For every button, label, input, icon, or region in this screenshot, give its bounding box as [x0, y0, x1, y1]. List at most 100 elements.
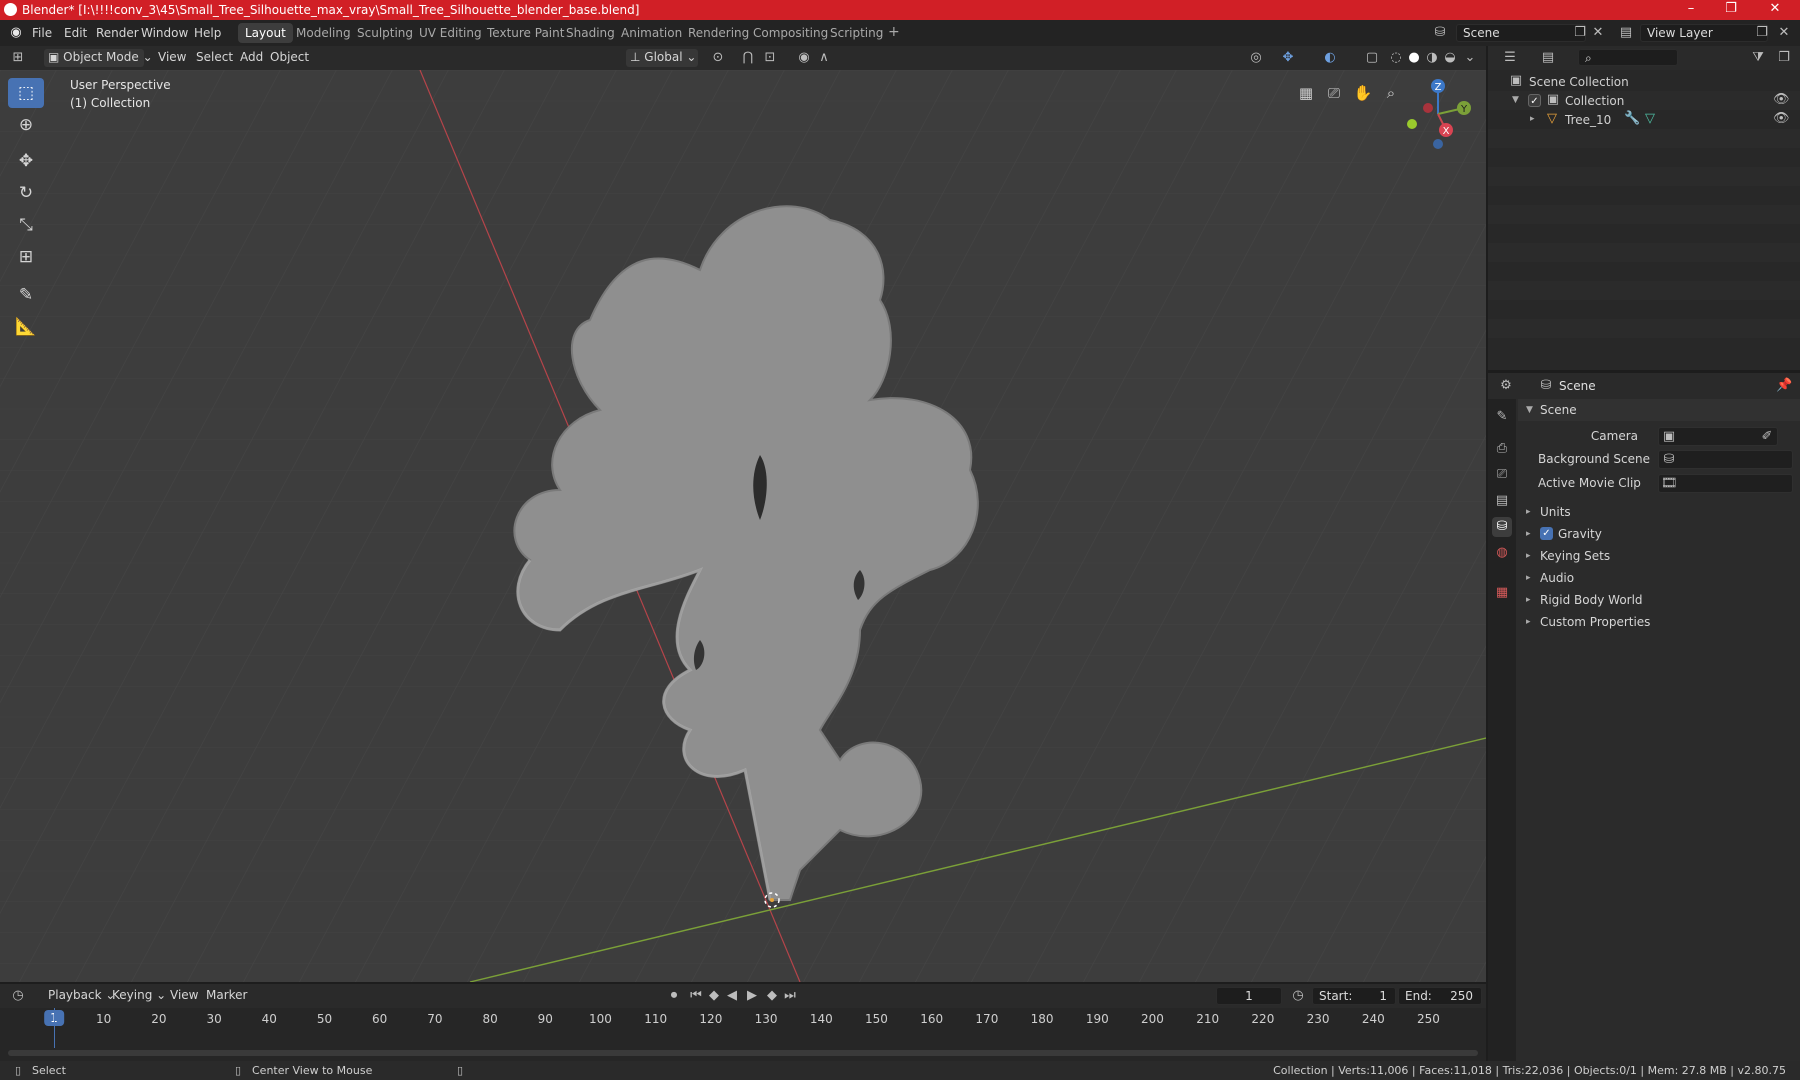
select-box-icon[interactable]: ⬚ — [8, 78, 44, 108]
move-icon[interactable]: ✥ — [8, 146, 44, 176]
jump-start-icon[interactable]: ⏮ — [688, 988, 704, 1004]
display-mode-icon[interactable]: ▤ — [1540, 50, 1556, 66]
remove-scene-icon[interactable]: ✕ — [1590, 25, 1606, 41]
outliner-search-input[interactable]: ⌕ — [1578, 49, 1678, 66]
eyedropper-icon[interactable]: ✐ — [1759, 429, 1775, 445]
panel-custom-properties[interactable]: ▸ Custom Properties — [1518, 611, 1800, 633]
pin-icon[interactable]: 📌 — [1776, 378, 1792, 394]
panel-units[interactable]: ▸ Units — [1518, 501, 1800, 523]
timeline-scrollbar[interactable] — [8, 1050, 1478, 1056]
rotate-icon[interactable]: ↻ — [8, 178, 44, 208]
camera-field[interactable]: ▣ ✐ — [1658, 427, 1778, 446]
new-collection-icon[interactable]: ❐ — [1776, 50, 1792, 66]
overlay-toggle-icon[interactable]: ◐ — [1322, 50, 1338, 66]
scene-tab-icon[interactable]: ⛁ — [1492, 517, 1512, 537]
tab-animation[interactable]: Animation — [614, 23, 689, 43]
navigation-gizmo[interactable]: Z Y X — [1398, 74, 1478, 154]
pivot-icon[interactable]: ⊙ — [710, 50, 726, 66]
new-view-layer-icon[interactable]: ❐ — [1754, 25, 1770, 41]
editor-type-icon[interactable]: ⊞ — [10, 50, 26, 66]
play-icon[interactable]: ▶ — [744, 988, 760, 1004]
menu-render[interactable]: Render — [96, 26, 139, 40]
active-movie-clip-field[interactable]: 🎞 — [1658, 474, 1793, 493]
scene-selector-icon[interactable]: ⛁ — [1432, 25, 1448, 41]
menu-add[interactable]: Add — [236, 49, 267, 67]
shading-rendered-icon[interactable]: ◒ — [1442, 50, 1458, 66]
shading-options-icon[interactable]: ⌄ — [1462, 50, 1478, 66]
tab-sculpting[interactable]: Sculpting — [350, 23, 420, 43]
jump-keyframe-forward-icon[interactable]: ◆ — [764, 988, 780, 1004]
background-scene-field[interactable]: ⛁ — [1658, 450, 1793, 469]
scene-section-header[interactable]: ▼ Scene — [1518, 399, 1800, 421]
shading-material-icon[interactable]: ◑ — [1424, 50, 1440, 66]
start-frame-field[interactable]: Start: 1 — [1312, 987, 1396, 1005]
scene-field[interactable]: Scene — [1456, 24, 1586, 42]
end-frame-field[interactable]: End: 250 — [1398, 987, 1482, 1005]
outliner-row-tree-10[interactable]: ▸ ▽ Tree_10 🔧 ▽ 👁 — [1488, 110, 1800, 129]
transform-icon[interactable]: ⊞ — [8, 242, 44, 272]
frame-ruler[interactable]: 1102030405060708090100110120130140150160… — [0, 1008, 1486, 1030]
falloff-icon[interactable]: ∧ — [816, 50, 832, 66]
neg-z-axis-handle[interactable] — [1433, 139, 1443, 149]
editor-type-icon[interactable]: ☰ — [1502, 50, 1518, 66]
camera-view-icon[interactable]: ⎚ — [1321, 80, 1347, 106]
editor-type-icon[interactable]: ◷ — [10, 988, 26, 1004]
eye-icon[interactable]: 👁 — [1773, 92, 1790, 108]
proportional-edit-icon[interactable]: ◉ — [796, 50, 812, 66]
menu-view[interactable]: View — [154, 49, 190, 67]
expand-arrow-icon[interactable]: ▼ — [1512, 95, 1519, 105]
visibility-icon[interactable]: ◎ — [1248, 50, 1264, 66]
texture-tab-icon[interactable]: ▦ — [1492, 583, 1512, 603]
tab-modeling[interactable]: Modeling — [289, 23, 358, 43]
jump-end-icon[interactable]: ⏭ — [782, 988, 798, 1004]
cursor-icon[interactable]: ⊕ — [8, 110, 44, 140]
menu-help[interactable]: Help — [194, 26, 221, 40]
panel-audio[interactable]: ▸ Audio — [1518, 567, 1800, 589]
neg-x-axis-handle[interactable] — [1423, 103, 1433, 113]
new-scene-icon[interactable]: ❐ — [1572, 25, 1588, 41]
scale-icon[interactable]: ⤡ — [8, 210, 44, 240]
outliner-row-collection[interactable]: ▼ ✓ ▣ Collection 👁 — [1488, 91, 1800, 110]
menu-select[interactable]: Select — [192, 49, 237, 67]
xray-icon[interactable]: ▢ — [1364, 50, 1380, 66]
neg-y-axis-handle[interactable] — [1407, 119, 1417, 129]
output-tab-icon[interactable]: ⎚ — [1492, 465, 1512, 485]
play-reverse-icon[interactable]: ◀ — [724, 988, 740, 1004]
view-layer-selector-icon[interactable]: ▤ — [1618, 25, 1634, 41]
eye-icon[interactable]: 👁 — [1773, 111, 1790, 127]
measure-icon[interactable]: 📐 — [8, 312, 44, 342]
tool-tab-icon[interactable]: ✎ — [1492, 407, 1512, 427]
menu-window[interactable]: Window — [141, 26, 188, 40]
toggle-grid-view-icon[interactable]: ▦ — [1293, 80, 1319, 106]
tab-layout[interactable]: Layout — [238, 23, 293, 43]
menu-file[interactable]: File — [32, 26, 52, 40]
filter-icon[interactable]: ⧩ — [1750, 50, 1766, 66]
tab-uv-editing[interactable]: UV Editing — [412, 23, 489, 43]
tab-texture-paint[interactable]: Texture Paint — [480, 23, 571, 43]
outliner-row-scene-collection[interactable]: ▣ Scene Collection — [1488, 72, 1800, 91]
menu-marker[interactable]: Marker — [202, 987, 251, 1005]
pan-view-icon[interactable]: ✋ — [1350, 80, 1376, 106]
remove-view-layer-icon[interactable]: ✕ — [1776, 25, 1792, 41]
view-layer-field[interactable]: View Layer — [1640, 24, 1768, 42]
shading-solid-icon[interactable]: ● — [1406, 50, 1422, 66]
render-tab-icon[interactable]: ⎙ — [1492, 439, 1512, 459]
close-button[interactable]: ✕ — [1760, 1, 1790, 19]
snap-icon[interactable]: ⋂ — [740, 50, 756, 66]
mesh-data-icon[interactable]: ▽ — [1642, 111, 1658, 127]
clock-icon[interactable]: ◷ — [1290, 988, 1306, 1004]
playhead-line[interactable] — [54, 1008, 55, 1048]
orientation-dropdown[interactable]: ⊥ Global ⌄ — [626, 49, 698, 67]
panel-rigid-body-world[interactable]: ▸ Rigid Body World — [1518, 589, 1800, 611]
snap-target-icon[interactable]: ⊡ — [762, 50, 778, 66]
view-layer-tab-icon[interactable]: ▤ — [1492, 491, 1512, 511]
mode-dropdown[interactable]: ▣ Object Mode ⌄ — [44, 49, 153, 67]
annotate-icon[interactable]: ✎ — [8, 280, 44, 310]
tab-compositing[interactable]: Compositing — [746, 23, 835, 43]
exclude-checkbox[interactable]: ✓ — [1528, 94, 1541, 107]
add-workspace-button[interactable]: + — [881, 21, 907, 41]
shading-wireframe-icon[interactable]: ◌ — [1388, 50, 1404, 66]
menu-object[interactable]: Object — [266, 49, 313, 67]
expand-arrow-icon[interactable]: ▸ — [1530, 114, 1535, 124]
gravity-checkbox[interactable]: ✓ — [1540, 527, 1553, 540]
